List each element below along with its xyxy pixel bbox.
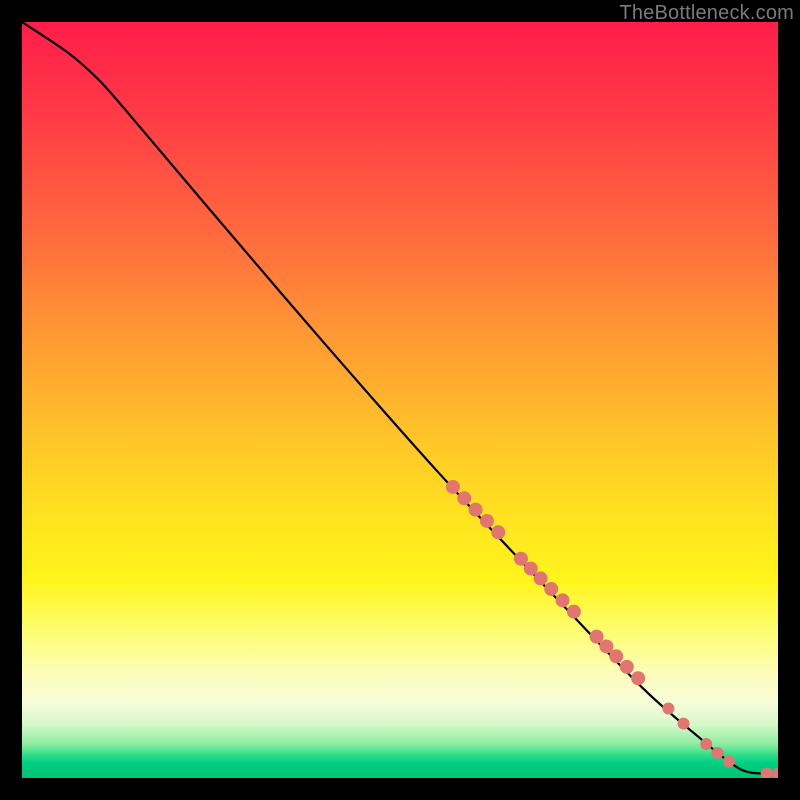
heat-gradient-background [22,22,778,778]
plot-area [22,22,778,778]
chart-stage: TheBottleneck.com [0,0,800,800]
watermark-label: TheBottleneck.com [619,2,794,25]
